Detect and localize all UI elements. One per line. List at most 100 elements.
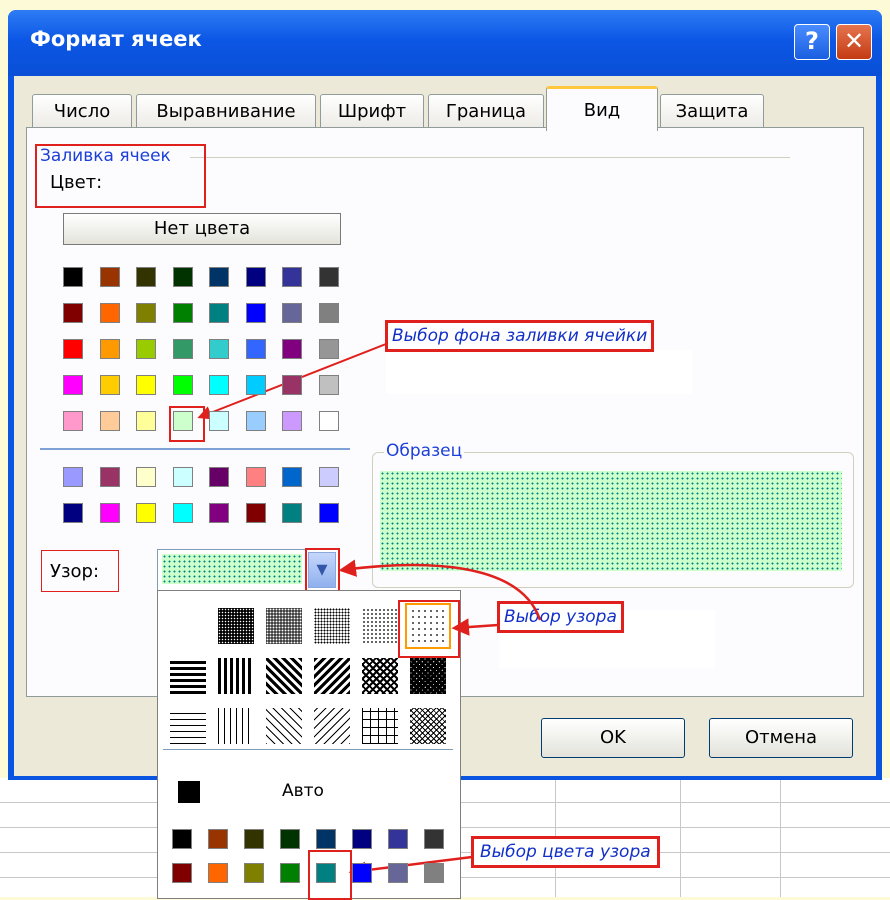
pattern-option[interactable]	[410, 658, 446, 694]
color-swatch[interactable]	[172, 503, 193, 523]
tab-font[interactable]: Шрифт	[320, 94, 424, 128]
color-swatch[interactable]	[136, 303, 156, 323]
pattern-option[interactable]	[266, 708, 302, 744]
color-swatch[interactable]	[99, 303, 120, 323]
tab-border[interactable]: Граница	[428, 94, 544, 128]
color-swatch[interactable]	[209, 267, 229, 287]
pattern-option[interactable]	[314, 658, 350, 694]
color-swatch[interactable]	[282, 303, 302, 323]
color-swatch[interactable]	[282, 375, 302, 395]
tab-protection[interactable]: Защита	[660, 94, 764, 128]
color-swatch[interactable]	[209, 303, 229, 323]
pattern-option[interactable]	[266, 658, 302, 694]
color-swatch[interactable]	[63, 375, 83, 395]
color-swatch[interactable]	[318, 267, 339, 287]
color-swatch[interactable]	[318, 411, 339, 431]
color-swatch[interactable]	[99, 467, 120, 487]
color-swatch[interactable]	[245, 503, 266, 523]
color-swatch[interactable]	[63, 503, 83, 523]
color-swatch[interactable]	[99, 503, 120, 523]
cancel-button[interactable]: Отмена	[709, 718, 853, 758]
pattern-color-swatch[interactable]	[388, 829, 408, 849]
color-swatch[interactable]	[245, 467, 266, 487]
color-swatch[interactable]	[63, 467, 83, 487]
pattern-option[interactable]	[410, 708, 446, 744]
tab-view[interactable]: Вид	[546, 86, 658, 131]
pattern-color-swatch[interactable]	[244, 829, 264, 849]
color-swatch[interactable]	[245, 339, 266, 359]
pattern-option[interactable]	[266, 608, 302, 644]
tab-number[interactable]: Число	[32, 94, 132, 128]
color-swatch[interactable]	[209, 467, 229, 487]
pattern-option[interactable]	[362, 658, 398, 694]
color-swatch[interactable]	[172, 267, 193, 287]
pattern-color-swatch[interactable]	[352, 863, 372, 883]
pattern-color-swatch[interactable]	[424, 863, 444, 883]
pattern-option[interactable]	[170, 608, 206, 644]
pattern-option[interactable]	[218, 608, 254, 644]
color-swatch[interactable]	[209, 339, 229, 359]
color-swatch[interactable]	[136, 267, 156, 287]
auto-color-swatch[interactable]	[178, 781, 200, 803]
color-swatch[interactable]	[172, 339, 193, 359]
pattern-option[interactable]	[405, 603, 451, 649]
color-swatch[interactable]	[99, 375, 120, 395]
color-swatch[interactable]	[282, 411, 302, 431]
color-swatch[interactable]	[136, 467, 156, 487]
help-button[interactable]: ?	[794, 24, 830, 60]
pattern-option[interactable]	[218, 658, 254, 694]
color-swatch[interactable]	[245, 375, 266, 395]
pattern-color-swatch[interactable]	[208, 863, 228, 883]
color-swatch[interactable]	[63, 267, 83, 287]
color-swatch[interactable]	[318, 303, 339, 323]
color-swatch[interactable]	[245, 303, 266, 323]
pattern-option[interactable]	[170, 708, 206, 744]
color-swatch[interactable]	[136, 503, 156, 523]
ok-button[interactable]: OK	[541, 718, 685, 758]
pattern-color-swatch[interactable]	[172, 863, 192, 883]
pattern-option[interactable]	[170, 658, 206, 694]
color-swatch[interactable]	[99, 339, 120, 359]
pattern-option[interactable]	[362, 608, 398, 644]
pattern-option[interactable]	[362, 708, 398, 744]
color-swatch[interactable]	[172, 467, 193, 487]
color-swatch[interactable]	[318, 467, 339, 487]
color-swatch[interactable]	[136, 375, 156, 395]
color-swatch[interactable]	[318, 503, 339, 523]
color-swatch[interactable]	[318, 375, 339, 395]
pattern-color-swatch[interactable]	[316, 863, 336, 883]
color-swatch[interactable]	[209, 411, 229, 431]
color-swatch[interactable]	[63, 411, 83, 431]
color-swatch[interactable]	[99, 411, 120, 431]
color-swatch[interactable]	[209, 375, 229, 395]
color-swatch[interactable]	[282, 267, 302, 287]
color-swatch[interactable]	[209, 503, 229, 523]
pattern-color-swatch[interactable]	[352, 829, 372, 849]
pattern-color-swatch[interactable]	[316, 829, 336, 849]
color-swatch[interactable]	[282, 339, 302, 359]
pattern-color-swatch[interactable]	[424, 829, 444, 849]
pattern-color-swatch[interactable]	[280, 863, 300, 883]
color-swatch[interactable]	[172, 303, 193, 323]
color-swatch[interactable]	[99, 267, 120, 287]
color-swatch[interactable]	[172, 411, 193, 431]
color-swatch[interactable]	[136, 411, 156, 431]
pattern-color-swatch[interactable]	[208, 829, 228, 849]
color-swatch[interactable]	[282, 467, 302, 487]
pattern-color-swatch[interactable]	[388, 863, 408, 883]
pattern-color-swatch[interactable]	[280, 829, 300, 849]
color-swatch[interactable]	[282, 503, 302, 523]
color-swatch[interactable]	[318, 339, 339, 359]
pattern-option[interactable]	[218, 708, 254, 744]
tab-alignment[interactable]: Выравнивание	[136, 94, 316, 128]
auto-color-label[interactable]: Авто	[282, 781, 324, 801]
pattern-color-swatch[interactable]	[172, 829, 192, 849]
color-swatch[interactable]	[245, 267, 266, 287]
pattern-color-swatch[interactable]	[244, 863, 264, 883]
color-swatch[interactable]	[63, 339, 83, 359]
no-color-button[interactable]: Нет цвета	[63, 213, 341, 245]
pattern-option[interactable]	[314, 608, 350, 644]
color-swatch[interactable]	[136, 339, 156, 359]
color-swatch[interactable]	[172, 375, 193, 395]
color-swatch[interactable]	[63, 303, 83, 323]
